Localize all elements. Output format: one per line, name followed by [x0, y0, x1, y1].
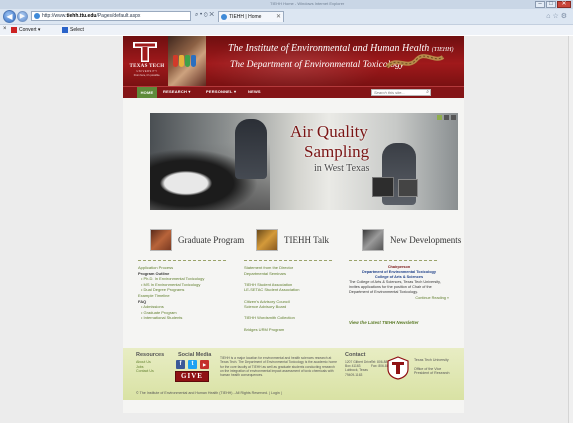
- link-international-students[interactable]: • International Students: [138, 315, 233, 321]
- convert-pdf-icon: [11, 26, 17, 33]
- ie-page-icon: [34, 13, 40, 19]
- graduate-program-thumbnail: [150, 229, 172, 251]
- address-path: /Pages/default.aspx: [96, 13, 141, 19]
- social-media-heading: Social Media: [178, 352, 212, 358]
- select-button[interactable]: Select: [62, 26, 84, 34]
- rattlesnake-illustration: [385, 54, 445, 69]
- hero-sampler-1: [372, 177, 394, 197]
- tiehh-talk-links: Statement from the Director Departmental…: [244, 265, 339, 332]
- link-contact-us[interactable]: Contact Us: [136, 369, 154, 374]
- command-bar: × Convert ▾ Select: [0, 24, 573, 35]
- hero-title-line2: Sampling: [304, 142, 370, 161]
- footer-address: 1207 Gilbert Drive Box 41163 Lubbock, Te…: [345, 360, 372, 377]
- facebook-icon[interactable]: f: [176, 360, 185, 369]
- link-texas-tech[interactable]: Texas Tech University: [414, 358, 450, 363]
- maximize-button[interactable]: □: [546, 1, 556, 8]
- chevron-down-icon: ▾: [233, 89, 237, 94]
- continue-reading-link[interactable]: Continue Reading »: [349, 296, 449, 301]
- tab-ie-icon: [221, 14, 227, 20]
- address-line-4: 79409-1163: [345, 372, 363, 377]
- window-title: TIEHH Home - Windows Internet Explorer: [270, 1, 345, 6]
- give-button[interactable]: GIVE: [175, 371, 209, 382]
- address-tools[interactable]: ⌕ • ⊙ ✕: [195, 12, 214, 19]
- hero-slideshow[interactable]: Air Quality Sampling in West Texas: [150, 113, 458, 210]
- copyright: © The Institute of Environmental and Hum…: [136, 391, 282, 395]
- nav-home[interactable]: HOME: [137, 87, 157, 98]
- address-bar[interactable]: http://www.tiehh.ttu.edu/Pages/default.a…: [31, 11, 191, 21]
- link-bridges-urm[interactable]: Bridges URM Program: [244, 327, 339, 333]
- department-title: The Department of Environmental Toxicolo…: [230, 60, 404, 70]
- nav-research[interactable]: RESEARCH ▾: [163, 89, 191, 94]
- slide-indicator-dot[interactable]: [451, 115, 456, 120]
- close-window-button[interactable]: ✕: [557, 1, 571, 8]
- page-viewport: TEXAS TECH UNIVERSITY From here, it's po…: [0, 36, 573, 423]
- new-developments-title: New Developments: [390, 235, 462, 245]
- tiehh-talk-title: TIEHH Talk: [284, 235, 329, 245]
- resources-heading: Resources: [136, 352, 165, 358]
- site-footer: Resources Social Media Contact About Us …: [123, 348, 464, 400]
- graduate-links: Application Process Program Outline • Ph…: [138, 265, 233, 321]
- resources-links: About Us Jobs Contact Us: [136, 360, 154, 374]
- back-button[interactable]: ◀: [3, 10, 16, 23]
- slide-indicator-dot[interactable]: [437, 115, 442, 120]
- divider: [138, 260, 226, 261]
- footer-ttu-links: Texas Tech University Office of the Vice…: [414, 358, 450, 376]
- header-beakers: [173, 54, 201, 68]
- contact-heading: Contact: [345, 352, 366, 358]
- nav-personnel-label: PERSONNEL: [206, 89, 233, 94]
- search-placeholder: Search this site...: [374, 90, 405, 95]
- command-bar-close-icon[interactable]: ×: [3, 26, 7, 32]
- slide-indicators: [437, 115, 456, 120]
- graduate-program-title: Graduate Program: [178, 235, 245, 245]
- social-icons: f t ▶: [176, 360, 209, 369]
- divider: [349, 260, 437, 261]
- hero-title-line1: Air Quality: [290, 122, 368, 141]
- nav-research-label: RESEARCH: [163, 89, 188, 94]
- site-header: TEXAS TECH UNIVERSITY From here, it's po…: [123, 36, 464, 86]
- divider: [244, 260, 332, 261]
- tiehh-talk-thumbnail: [256, 229, 278, 251]
- tab-label: TIEHH | Home: [229, 14, 262, 20]
- news-body: The College of Arts & Sciences, Texas Te…: [349, 280, 441, 294]
- tab-tiehh-home[interactable]: TIEHH | Home ✕: [218, 11, 284, 22]
- texas-tech-logo-icon[interactable]: [132, 41, 158, 63]
- ttu-seal-icon[interactable]: [387, 356, 409, 380]
- select-icon: [62, 26, 68, 33]
- site-container: TEXAS TECH UNIVERSITY From here, it's po…: [123, 36, 464, 413]
- browser-chrome: TIEHH Home - Windows Internet Explorer –…: [0, 0, 573, 35]
- logo-sub: UNIVERSITY: [136, 70, 158, 73]
- logo-name: TEXAS TECH: [129, 64, 165, 69]
- convert-label: Convert: [19, 27, 37, 33]
- site-search-input[interactable]: Search this site... ⌕: [371, 89, 431, 96]
- newsletter-link[interactable]: View the Latest TIEHH Newsletter: [349, 320, 419, 325]
- youtube-icon[interactable]: ▶: [200, 360, 209, 369]
- select-label: Select: [70, 27, 84, 33]
- address-line-3: Lubbock, Texas: [345, 368, 368, 373]
- twitter-icon[interactable]: t: [188, 360, 197, 369]
- window-controls: – □ ✕: [535, 1, 571, 8]
- link-vp-research-2[interactable]: President of Research: [414, 371, 450, 376]
- logo-tagline: From here, it's possible.: [133, 74, 161, 77]
- tab-close-icon[interactable]: ✕: [276, 12, 281, 22]
- footer-about-text: TIEHH is a major location for environmen…: [220, 356, 337, 378]
- news-item: Chairperson Department of Environmental …: [349, 265, 449, 301]
- convert-button[interactable]: Convert ▾: [11, 26, 40, 34]
- main-nav: HOME RESEARCH ▾ PERSONNEL ▾ NEWS Search …: [123, 86, 464, 98]
- search-icon[interactable]: ⌕: [426, 90, 429, 95]
- hero-sampler-2: [398, 179, 418, 197]
- hero-person-left: [235, 119, 267, 179]
- favorites-icons[interactable]: ⌂☆⚙: [546, 12, 569, 20]
- nav-news[interactable]: NEWS: [248, 89, 261, 94]
- address-prefix: http://www.: [42, 13, 67, 19]
- vertical-scrollbar[interactable]: [568, 36, 573, 423]
- forward-button[interactable]: ▶: [17, 11, 28, 22]
- nav-personnel[interactable]: PERSONNEL ▾: [206, 89, 236, 94]
- chevron-down-icon: ▾: [188, 89, 191, 94]
- new-developments-thumbnail: [362, 229, 384, 251]
- minimize-button[interactable]: –: [535, 1, 545, 8]
- address-host: tiehh.ttu.edu: [66, 13, 97, 19]
- hero-subtitle: in West Texas: [314, 163, 370, 174]
- slide-indicator-dot[interactable]: [444, 115, 449, 120]
